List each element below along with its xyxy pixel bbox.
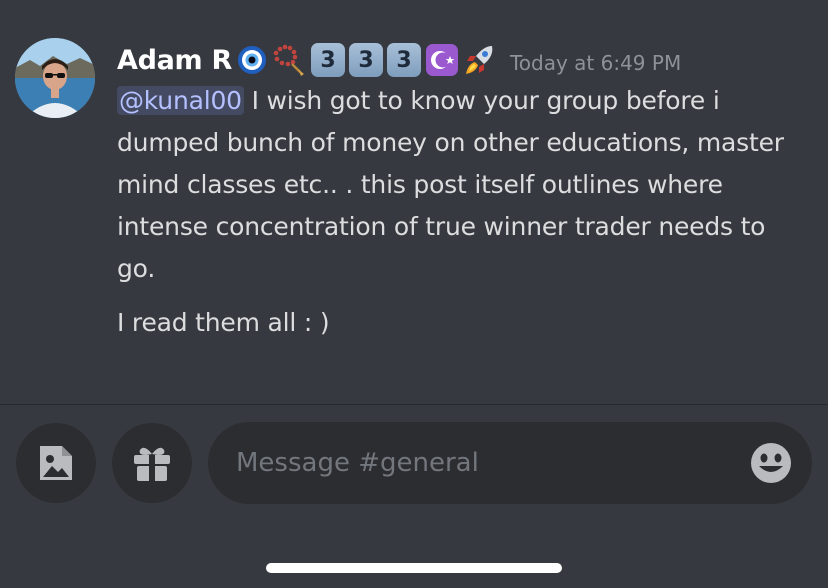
message-text: I read them all : ) [117,308,330,337]
message-text: I wish got to know your group before i d… [117,86,784,283]
message-composer [0,405,828,588]
message-content: @kunal00 I wish got to know your group b… [117,80,807,344]
avatar[interactable] [15,38,95,118]
prayer-beads-icon [272,42,308,78]
message-input-container[interactable] [208,422,812,504]
star-and-crescent-icon [424,42,460,78]
message-header: Adam R 3 3 3 Today at 6:49 PM [117,38,681,82]
gift-icon [134,447,170,481]
message-input[interactable] [236,422,736,504]
message-paragraph: I read them all : ) [117,302,807,344]
keycap-3-icon: 3 [348,42,384,78]
rocket-icon [462,42,498,78]
send-gift-button[interactable] [112,423,192,503]
discord-chat-screen: Adam R 3 3 3 Today at 6:49 PM @kunal00 I… [0,0,828,588]
badge-row: 3 3 3 [234,42,500,78]
emoji-icon[interactable] [750,442,792,484]
chat-message[interactable]: Adam R 3 3 3 Today at 6:49 PM @kunal00 I… [0,0,828,404]
nazar-amulet-icon [234,42,270,78]
keycap-3-icon: 3 [310,42,346,78]
keycap-3-icon: 3 [386,42,422,78]
home-indicator[interactable] [266,563,562,573]
upload-image-button[interactable] [16,423,96,503]
message-timestamp: Today at 6:49 PM [509,51,682,75]
message-paragraph: @kunal00 I wish got to know your group b… [117,80,807,290]
user-mention[interactable]: @kunal00 [117,86,244,115]
image-icon [40,446,72,480]
username[interactable]: Adam R [117,45,232,76]
